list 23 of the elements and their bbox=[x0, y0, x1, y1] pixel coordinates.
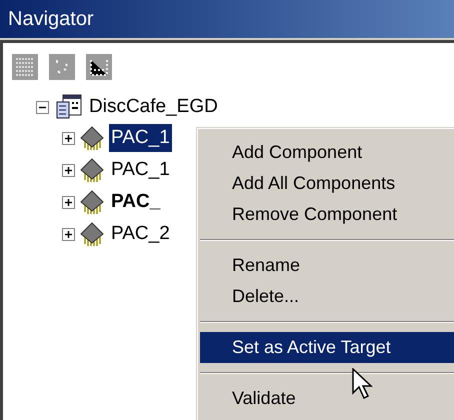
expand-icon[interactable] bbox=[62, 228, 75, 240]
menu-item[interactable]: Delete... bbox=[200, 281, 454, 312]
chip-icon bbox=[80, 221, 104, 247]
expand-icon[interactable] bbox=[62, 164, 75, 176]
window-title: Navigator bbox=[8, 7, 94, 32]
menu-item[interactable]: Add All Components bbox=[200, 168, 454, 199]
expand-icon[interactable] bbox=[62, 196, 75, 208]
tree-node-label[interactable]: PAC_1 bbox=[109, 124, 172, 152]
chip-icon bbox=[80, 157, 104, 183]
tree-node-label[interactable]: PAC_1 bbox=[109, 156, 172, 184]
chip-icon bbox=[80, 189, 104, 215]
expand-icon[interactable] bbox=[62, 132, 75, 144]
chip-icon bbox=[80, 125, 104, 151]
menu-item[interactable]: Add Component bbox=[200, 137, 454, 168]
menu-item[interactable]: Validate bbox=[200, 383, 454, 414]
collapse-icon[interactable] bbox=[36, 100, 49, 114]
cursor-icon bbox=[352, 368, 376, 400]
tree-node-label[interactable]: DiscCafe_EGD bbox=[89, 92, 218, 122]
tree-node-label[interactable]: PAC_2 bbox=[109, 220, 172, 248]
menu-item[interactable]: Set as Active Target bbox=[200, 332, 454, 363]
tree-node-label[interactable]: PAC_ bbox=[109, 188, 162, 216]
menu-item[interactable]: Remove Component bbox=[200, 199, 454, 230]
menu-item[interactable]: Rename bbox=[200, 250, 454, 281]
